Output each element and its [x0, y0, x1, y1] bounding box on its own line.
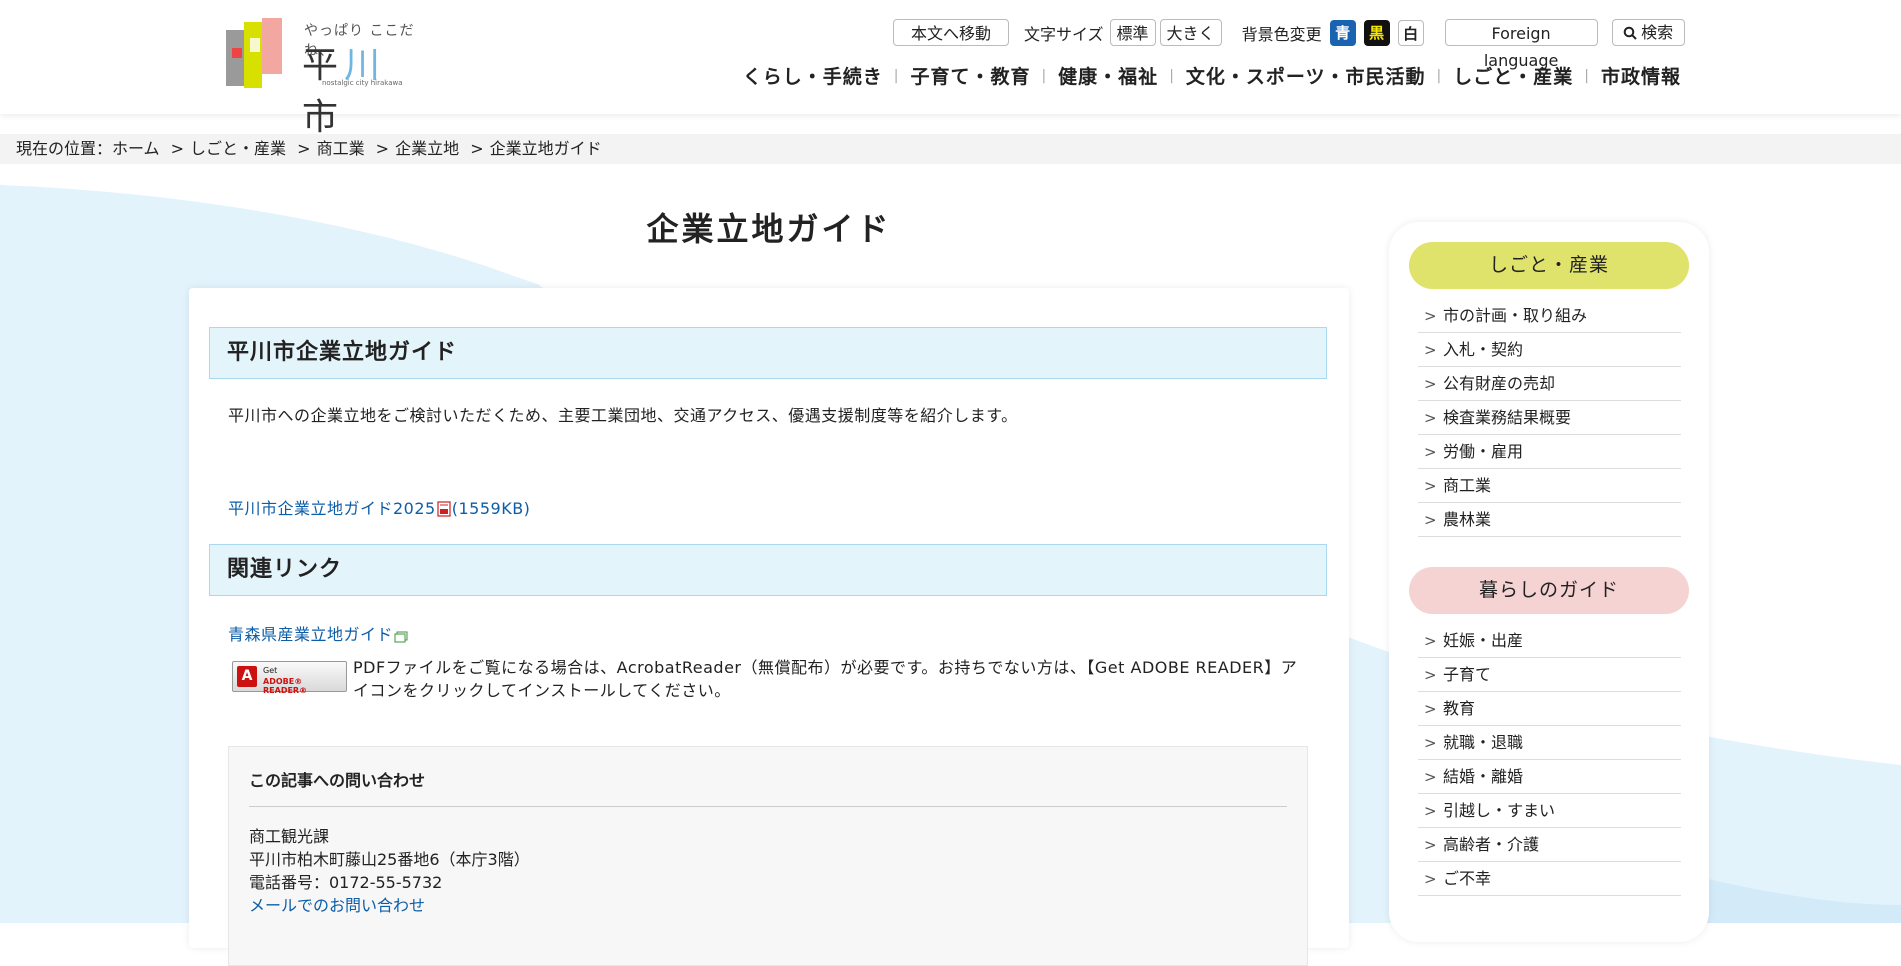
- page-title: 企業立地ガイド: [646, 210, 892, 248]
- sidebar-item-labor[interactable]: > 労働・雇用: [1418, 435, 1681, 469]
- pdf-icon: [437, 501, 451, 517]
- sidebar-item-education[interactable]: > 教育: [1418, 692, 1681, 726]
- breadcrumb-home[interactable]: ホーム: [112, 139, 160, 158]
- contact-address: 平川市柏木町藤山25番地6（本庁3階）: [249, 850, 530, 869]
- breadcrumb-work[interactable]: しごと・産業: [190, 139, 286, 158]
- breadcrumb-prefix: 現在の位置：: [16, 139, 113, 158]
- breadcrumb: 現在の位置：ホーム > しごと・産業 > 商工業 > 企業立地 > 企業立地ガイド: [0, 134, 1901, 164]
- sidebar-item-bereavement[interactable]: > ご不幸: [1418, 862, 1681, 896]
- font-large-button[interactable]: 大きく: [1159, 19, 1222, 46]
- sidebar-item-plans[interactable]: > 市の計画・取り組み: [1418, 299, 1681, 333]
- logo-subtitle: nostalgic city hirakawa: [322, 79, 403, 87]
- site-header: やっぱり ここだね、 平川市 nostalgic city hirakawa 本…: [0, 0, 1901, 138]
- site-logo[interactable]: やっぱり ここだね、 平川市 nostalgic city hirakawa: [226, 18, 426, 138]
- contact-phone: 電話番号：0172-55-5732: [249, 873, 443, 892]
- pdf-link-text[interactable]: 平川市企業立地ガイド2025: [228, 499, 436, 518]
- breadcrumb-location[interactable]: 企業立地: [395, 139, 459, 158]
- bg-black-button[interactable]: 黒: [1363, 19, 1390, 46]
- sidebar-heading-life-guide[interactable]: 暮らしのガイド: [1409, 567, 1689, 614]
- sidebar-item-inspection[interactable]: > 検査業務結果概要: [1418, 401, 1681, 435]
- external-window-icon: [394, 631, 408, 643]
- sidebar-item-marriage[interactable]: > 結婚・離婚: [1418, 760, 1681, 794]
- sidebar-item-agriculture[interactable]: > 農林業: [1418, 503, 1681, 537]
- related-link-text[interactable]: 青森県産業立地ガイド: [228, 625, 393, 644]
- bg-white-button[interactable]: 白: [1397, 19, 1424, 46]
- adobe-note: PDFファイルをご覧になる場合は、AcrobatReader（無償配布）が必要で…: [353, 658, 1298, 700]
- bg-blue-button[interactable]: 青: [1329, 19, 1356, 46]
- section-heading-guide: 平川市企業立地ガイド: [209, 327, 1327, 379]
- sidebar-list-work: > 市の計画・取り組み > 入札・契約 > 公有財産の売却 > 検査業務結果概要 > 労働…: [1418, 299, 1681, 537]
- logo-city-name: 平川市: [302, 45, 387, 138]
- contact-divider: [249, 806, 1287, 807]
- section-heading-related: 関連リンク: [209, 544, 1327, 596]
- utility-bar: 本文へ移動 文字サイズ 標準 大きく 背景色変更 青 黒 白 Foreign l…: [893, 18, 1685, 70]
- intro-text: 平川市への企業立地をご検討いただくため、主要工業団地、交通アクセス、優遇支援制度…: [228, 406, 1018, 425]
- nav-item-city-info[interactable]: 市政情報: [1601, 62, 1681, 89]
- sidebar-heading-work[interactable]: しごと・産業: [1409, 242, 1689, 289]
- sidebar-item-commerce[interactable]: > 商工業: [1418, 469, 1681, 503]
- nav-item-health[interactable]: 健康・福祉: [1058, 62, 1158, 89]
- get-adobe-reader-button[interactable]: A Get ADOBE® READER®: [232, 661, 347, 695]
- breadcrumb-commerce[interactable]: 商工業: [317, 139, 365, 158]
- contact-mail-link[interactable]: メールでのお問い合わせ: [249, 892, 425, 916]
- sidebar-item-moving[interactable]: > 引越し・すまい: [1418, 794, 1681, 828]
- article-body: 平川市企業立地ガイド 平川市への企業立地をご検討いただくため、主要工業団地、交通…: [189, 288, 1349, 966]
- contact-box: この記事への問い合わせ 商工観光課 平川市柏木町藤山25番地6（本庁3階） 電話…: [228, 746, 1308, 966]
- font-standard-button[interactable]: 標準: [1109, 19, 1156, 46]
- contact-department: 商工観光課: [249, 827, 330, 846]
- contact-heading: この記事への問い合わせ: [249, 771, 426, 790]
- sidebar-item-childcare[interactable]: > 子育て: [1418, 658, 1681, 692]
- search-button[interactable]: 検索: [1611, 19, 1685, 46]
- skip-to-content-button[interactable]: 本文へ移動: [893, 19, 1009, 46]
- sidebar-item-pregnancy[interactable]: > 妊娠・出産: [1418, 624, 1681, 658]
- adobe-logo-icon: A: [237, 666, 257, 687]
- pdf-size[interactable]: (1559KB): [452, 499, 531, 518]
- logo-mosaic-icon: [226, 18, 282, 88]
- sidebar-item-bidding[interactable]: > 入札・契約: [1418, 333, 1681, 367]
- sidebar-item-property-sale[interactable]: > 公有財産の売却: [1418, 367, 1681, 401]
- sidebar-item-elderly[interactable]: > 高齢者・介護: [1418, 828, 1681, 862]
- pdf-link[interactable]: 平川市企業立地ガイド2025 (1559KB): [228, 495, 530, 519]
- sidebar: しごと・産業 > 市の計画・取り組み > 入札・契約 > 公有財産の売却 > 検査業務結…: [1389, 222, 1709, 942]
- font-size-label: 文字サイズ: [1024, 24, 1104, 44]
- breadcrumb-current: 企業立地ガイド: [489, 139, 602, 158]
- nav-item-culture[interactable]: 文化・スポーツ・市民活動: [1186, 62, 1426, 89]
- search-icon: [1623, 26, 1637, 40]
- foreign-language-button[interactable]: Foreign language: [1444, 19, 1598, 70]
- nav-item-living[interactable]: くらし・手続き: [743, 62, 883, 89]
- nav-item-work[interactable]: しごと・産業: [1453, 62, 1573, 89]
- bg-color-label: 背景色変更: [1241, 24, 1322, 44]
- related-link[interactable]: 青森県産業立地ガイド: [228, 621, 408, 645]
- sidebar-list-life-guide: > 妊娠・出産 > 子育て > 教育 > 就職・退職 > 結婚・離婚 > 引越し・すまい >…: [1418, 624, 1681, 896]
- nav-item-childcare[interactable]: 子育て・教育: [910, 62, 1030, 89]
- sidebar-item-employment[interactable]: > 就職・退職: [1418, 726, 1681, 760]
- global-nav: くらし・手続き | 子育て・教育 | 健康・福祉 | 文化・スポーツ・市民活動 | しご…: [743, 62, 1681, 89]
